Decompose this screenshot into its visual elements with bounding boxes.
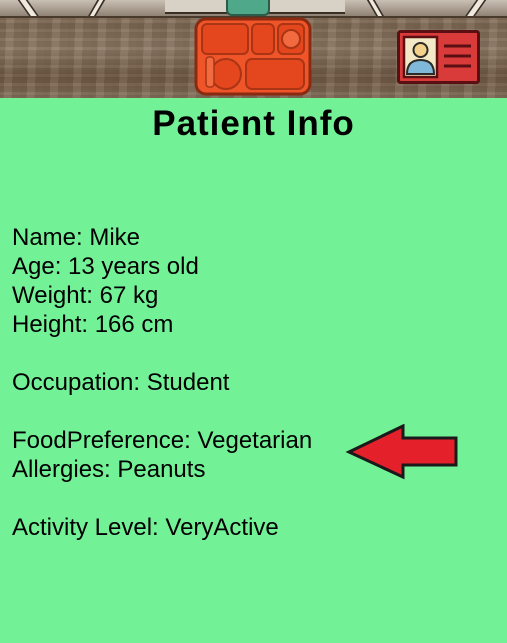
game-screen: Patient Info Name: Mike Age: 13 years ol… <box>0 0 507 643</box>
counter-back-rail <box>0 0 507 18</box>
patient-weight: Weight: 67 kg <box>12 282 159 309</box>
patient-height: Height: 166 cm <box>12 311 174 338</box>
patient-occupation: Occupation: Student <box>12 369 230 396</box>
pointer-arrow-icon <box>345 424 460 480</box>
food-item-peek <box>226 0 270 16</box>
patient-allergies: Allergies: Peanuts <box>12 456 206 483</box>
patient-age: Age: 13 years old <box>12 253 199 280</box>
patient-info-list: Name: Mike Age: 13 years old Weight: 67 … <box>12 223 312 542</box>
patient-food-preference: FoodPreference: Vegetarian <box>12 427 313 454</box>
page-title: Patient Info <box>152 104 355 143</box>
patient-card-button[interactable] <box>397 30 480 84</box>
patient-activity-level: Activity Level: VeryActive <box>12 514 279 541</box>
lunch-tray-icon[interactable] <box>194 17 312 96</box>
wooden-counter <box>0 0 507 98</box>
patient-name: Name: Mike <box>12 224 141 251</box>
